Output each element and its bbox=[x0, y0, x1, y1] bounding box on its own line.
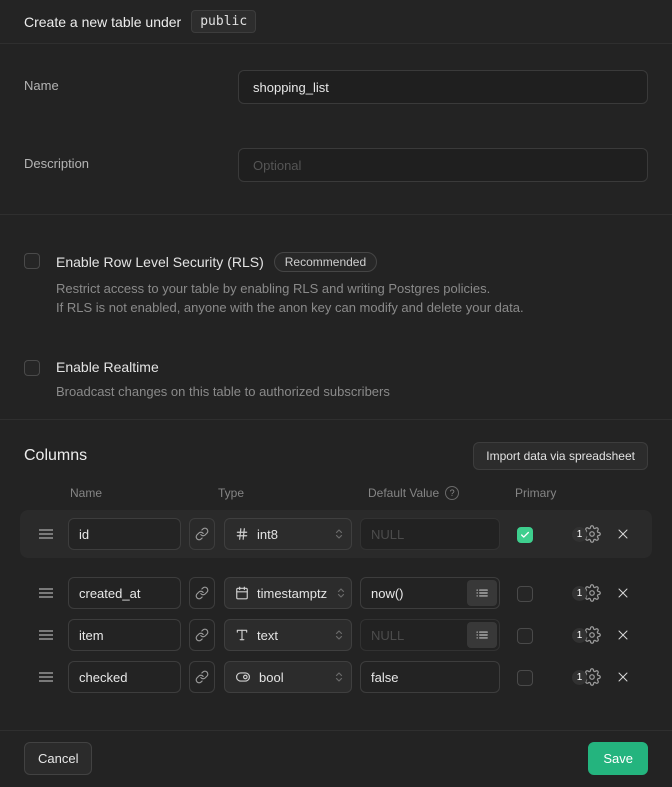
header-name: Name bbox=[70, 486, 218, 500]
settings-count-badge: 1 bbox=[572, 628, 587, 643]
name-label: Name bbox=[24, 70, 238, 104]
column-name-input[interactable] bbox=[68, 661, 181, 693]
column-name-input[interactable] bbox=[68, 577, 181, 609]
default-value-input[interactable] bbox=[361, 578, 467, 608]
realtime-toggle-row: Enable Realtime Broadcast changes on thi… bbox=[24, 359, 648, 401]
default-value-input[interactable] bbox=[361, 519, 499, 549]
column-type-select[interactable]: timestamptz bbox=[224, 577, 352, 609]
foreign-key-link-icon[interactable] bbox=[189, 518, 215, 550]
column-name-input[interactable] bbox=[68, 619, 181, 651]
column-type-select[interactable]: int8 bbox=[224, 518, 352, 550]
calendar-icon bbox=[235, 586, 249, 600]
column-settings-button[interactable]: 1 bbox=[572, 668, 601, 686]
rls-label: Enable Row Level Security (RLS) bbox=[56, 254, 264, 270]
help-icon[interactable]: ? bbox=[445, 486, 459, 500]
drag-handle-icon[interactable] bbox=[38, 670, 54, 684]
create-table-modal: Create a new table under public Name Des… bbox=[0, 0, 672, 787]
default-value-input[interactable] bbox=[361, 620, 467, 650]
column-row-checked: bool 1 bbox=[20, 656, 652, 698]
column-type-label: int8 bbox=[257, 527, 325, 542]
column-type-label: timestamptz bbox=[257, 586, 327, 601]
settings-count-badge: 1 bbox=[572, 586, 587, 601]
column-type-select[interactable]: bool bbox=[224, 661, 352, 693]
column-row-id: int8 1 bbox=[20, 510, 652, 558]
remove-column-icon[interactable] bbox=[615, 627, 631, 643]
settings-count-badge: 1 bbox=[572, 670, 587, 685]
drag-handle-icon[interactable] bbox=[38, 586, 54, 600]
description-label: Description bbox=[24, 148, 238, 182]
realtime-description: Broadcast changes on this table to autho… bbox=[56, 382, 390, 401]
remove-column-icon[interactable] bbox=[615, 669, 631, 685]
chevron-updown-icon bbox=[333, 527, 345, 541]
basic-info-section: Name Description bbox=[0, 44, 672, 215]
toggles-section: Enable Row Level Security (RLS) Recommen… bbox=[0, 215, 672, 420]
column-row-item: text 1 bbox=[20, 614, 652, 656]
foreign-key-link-icon[interactable] bbox=[189, 619, 215, 651]
rls-toggle-row: Enable Row Level Security (RLS) Recommen… bbox=[24, 252, 648, 317]
foreign-key-link-icon[interactable] bbox=[189, 577, 215, 609]
column-settings-button[interactable]: 1 bbox=[572, 525, 601, 543]
primary-checkbox[interactable] bbox=[517, 628, 533, 644]
header-type: Type bbox=[218, 486, 368, 500]
table-name-input[interactable] bbox=[238, 70, 648, 104]
realtime-checkbox[interactable] bbox=[24, 360, 40, 376]
column-type-label: bool bbox=[259, 670, 325, 685]
header-default-value: Default Value bbox=[368, 486, 439, 500]
columns-section: Columns Import data via spreadsheet Name… bbox=[0, 420, 672, 731]
chevron-updown-icon bbox=[333, 628, 345, 642]
column-type-select[interactable]: text bbox=[224, 619, 352, 651]
default-suggestions-icon[interactable] bbox=[467, 622, 497, 648]
modal-title: Create a new table under bbox=[24, 14, 181, 30]
columns-table-header: Name Type Default Value? Primary bbox=[0, 486, 672, 500]
settings-count-badge: 1 bbox=[572, 527, 587, 542]
primary-checkbox[interactable] bbox=[517, 586, 533, 602]
column-name-input[interactable] bbox=[68, 518, 181, 550]
modal-header: Create a new table under public bbox=[0, 0, 672, 44]
table-description-input[interactable] bbox=[238, 148, 648, 182]
save-button[interactable]: Save bbox=[588, 742, 648, 775]
foreign-key-link-icon[interactable] bbox=[189, 661, 215, 693]
column-row-created-at: timestamptz 1 bbox=[20, 572, 652, 614]
default-value-input[interactable] bbox=[361, 662, 499, 692]
column-settings-button[interactable]: 1 bbox=[572, 584, 601, 602]
remove-column-icon[interactable] bbox=[615, 526, 631, 542]
column-type-label: text bbox=[257, 628, 325, 643]
realtime-label: Enable Realtime bbox=[56, 359, 159, 375]
remove-column-icon[interactable] bbox=[615, 585, 631, 601]
default-suggestions-icon[interactable] bbox=[467, 580, 497, 606]
recommended-badge: Recommended bbox=[274, 252, 377, 272]
cancel-button[interactable]: Cancel bbox=[24, 742, 92, 775]
text-icon bbox=[235, 628, 249, 642]
modal-footer: Cancel Save bbox=[0, 731, 672, 786]
rls-description-line2: If RLS is not enabled, anyone with the a… bbox=[56, 298, 524, 317]
drag-handle-icon[interactable] bbox=[38, 527, 54, 541]
header-primary: Primary bbox=[515, 486, 556, 500]
chevron-updown-icon bbox=[335, 586, 347, 600]
primary-checkbox[interactable] bbox=[517, 670, 533, 686]
hash-icon bbox=[235, 527, 249, 541]
drag-handle-icon[interactable] bbox=[38, 628, 54, 642]
primary-checkbox[interactable] bbox=[517, 527, 533, 543]
schema-badge: public bbox=[191, 10, 256, 33]
import-spreadsheet-button[interactable]: Import data via spreadsheet bbox=[473, 442, 648, 470]
rls-description-line1: Restrict access to your table by enablin… bbox=[56, 279, 524, 298]
column-settings-button[interactable]: 1 bbox=[572, 626, 601, 644]
rls-checkbox[interactable] bbox=[24, 253, 40, 269]
columns-title: Columns bbox=[24, 447, 87, 465]
toggle-icon bbox=[235, 670, 251, 684]
chevron-updown-icon bbox=[333, 670, 345, 684]
